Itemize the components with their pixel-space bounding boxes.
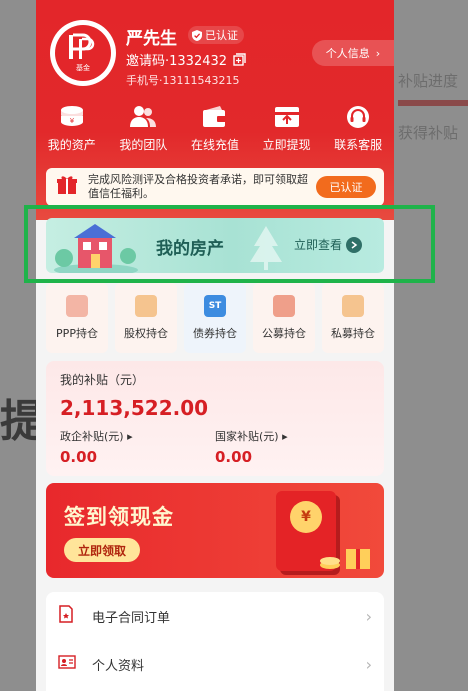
chevron-right-icon: › — [365, 606, 372, 626]
profile-panel: 基金 严先生 已认证 邀请码·1332432 手机号·13111543215 个… — [36, 0, 394, 691]
quick-action-label: 在线充值 — [190, 138, 239, 152]
verified-badge: 已认证 — [188, 26, 244, 44]
chevron-right-icon: › — [375, 46, 381, 60]
holding-label: 债券持仓 — [193, 327, 237, 340]
st-icon: ST — [204, 295, 226, 317]
gift-icon — [56, 175, 82, 199]
quick-action-label: 联系客服 — [334, 138, 383, 152]
quick-action-label: 我的资产 — [47, 138, 96, 152]
checkin-banner[interactable]: 签到领现金 立即领取 ¥ — [46, 483, 384, 578]
team-icon — [128, 104, 158, 130]
personal-info-label: 个人信息 — [325, 47, 370, 60]
caret-right-icon: ▸ — [282, 430, 288, 443]
yuan-coin-icon: ¥ — [290, 501, 322, 533]
holding-ppp[interactable]: PPP持仓 — [46, 283, 108, 353]
gov-subsidy-value: 0.00 — [60, 448, 98, 466]
svg-text:¥: ¥ — [70, 117, 75, 125]
quick-action-label: 我的团队 — [119, 138, 168, 152]
withdraw-icon — [272, 104, 302, 130]
menu-item-personal-data[interactable]: 个人资料 › — [46, 640, 384, 688]
national-subsidy-label: 国家补贴(元) — [215, 430, 279, 443]
highlight-box — [24, 205, 435, 283]
menu-item-label: 电子合同订单 — [92, 610, 171, 626]
subsidy-label: 我的补贴（元） — [60, 373, 145, 387]
gift-box-icon — [320, 549, 370, 569]
checkin-title: 签到领现金 — [64, 505, 174, 529]
contract-icon — [58, 605, 78, 627]
wallet-icon — [200, 104, 230, 130]
risk-assessment-notice: 完成风险测评及合格投资者承诺，即可领取超值信任福利。 已认证 — [46, 168, 384, 206]
quick-action-assets[interactable]: ¥ 我的资产 — [38, 104, 106, 153]
quick-actions: ¥ 我的资产 我的团队 在线充值 立即提现 联系客服 — [36, 104, 394, 153]
subsidy-card: 我的补贴（元） 2,113,522.00 政企补贴(元) ▸ 0.00 国家补贴… — [46, 361, 384, 476]
quick-action-team[interactable]: 我的团队 — [109, 104, 177, 153]
gov-subsidy[interactable]: 政企补贴(元) ▸ 0.00 — [60, 428, 215, 466]
certified-button[interactable]: 已认证 — [316, 176, 376, 198]
invite-code: 邀请码·1332432 — [126, 50, 246, 69]
background-text: 补贴进度 — [398, 72, 459, 90]
private-fund-icon — [342, 295, 364, 317]
quick-action-label: 立即提现 — [262, 138, 311, 152]
national-subsidy-value: 0.00 — [215, 448, 253, 466]
quick-action-withdraw[interactable]: 立即提现 — [253, 104, 321, 153]
quick-action-recharge[interactable]: 在线充值 — [181, 104, 249, 153]
national-subsidy[interactable]: 国家补贴(元) ▸ 0.00 — [215, 428, 370, 466]
id-card-icon — [58, 655, 78, 673]
holding-label: PPP持仓 — [56, 327, 98, 340]
holding-label: 私募持仓 — [331, 327, 375, 340]
holding-bond[interactable]: ST 债券持仓 — [184, 283, 246, 353]
menu-item-label: 个人资料 — [92, 658, 145, 674]
gov-subsidy-label: 政企补贴(元) — [60, 430, 124, 443]
holding-private-fund[interactable]: 私募持仓 — [322, 283, 384, 353]
phone-number: 手机号·13111543215 — [126, 74, 240, 87]
holdings-row: PPP持仓 股权持仓 ST 债券持仓 公募持仓 私募持仓 — [46, 283, 384, 353]
verified-label: 已认证 — [205, 29, 238, 42]
holding-label: 公募持仓 — [262, 327, 306, 340]
fund-logo: 基金 — [50, 20, 116, 86]
shield-check-icon — [192, 29, 202, 41]
coin-stack-icon: ¥ — [57, 104, 87, 130]
menu-item-contract-orders[interactable]: 电子合同订单 › — [46, 592, 384, 640]
chart-icon — [135, 295, 157, 317]
quick-action-support[interactable]: 联系客服 — [324, 104, 392, 153]
claim-now-button[interactable]: 立即领取 — [64, 538, 140, 562]
holding-label: 股权持仓 — [124, 327, 168, 340]
copy-icon[interactable] — [233, 53, 246, 66]
public-fund-icon — [273, 295, 295, 317]
chevron-right-icon: › — [365, 654, 372, 674]
user-name: 严先生 — [126, 29, 177, 49]
logo-caption: 基金 — [76, 64, 90, 72]
background-progress — [398, 100, 468, 106]
caret-right-icon: ▸ — [127, 430, 133, 443]
ppp-logo-icon — [69, 33, 95, 59]
holding-equity[interactable]: 股权持仓 — [115, 283, 177, 353]
background-text: 获得补贴 — [398, 124, 459, 142]
ppp-icon — [66, 295, 88, 317]
invite-code-text: 邀请码·1332432 — [126, 54, 228, 69]
personal-info-button[interactable]: 个人信息 › — [312, 40, 394, 66]
holding-public-fund[interactable]: 公募持仓 — [253, 283, 315, 353]
settings-menu: 电子合同订单 › 个人资料 › — [46, 592, 384, 691]
headset-icon — [343, 104, 373, 130]
subsidy-total: 2,113,522.00 — [60, 396, 209, 420]
notice-text: 完成风险测评及合格投资者承诺，即可领取超值信任福利。 — [88, 173, 308, 200]
